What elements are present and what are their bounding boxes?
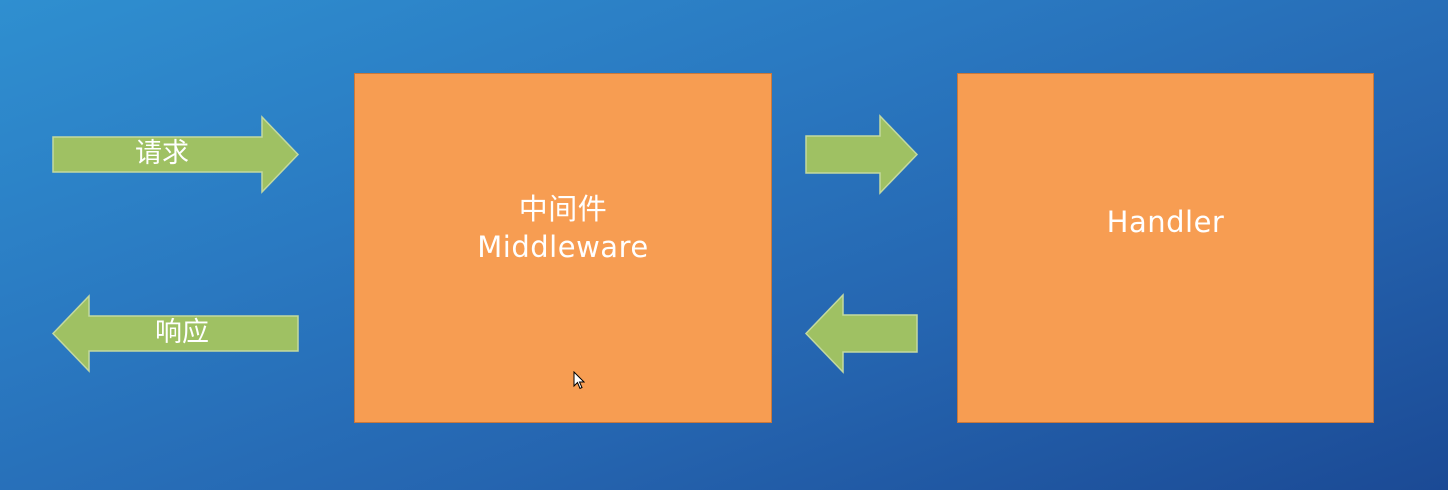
slide-canvas: 请求 响应 中间件 Middleware Handler (0, 0, 1448, 490)
response-arrow: 响应 (51, 294, 300, 373)
request-label: 请求 (135, 138, 189, 169)
mouse-pointer-icon (573, 370, 586, 390)
handler-box: Handler (957, 73, 1374, 423)
backward-arrow (804, 293, 919, 374)
response-label: 响应 (155, 317, 209, 348)
middleware-title-en: Middleware (477, 230, 649, 264)
forward-arrow (805, 114, 919, 195)
handler-title: Handler (1106, 205, 1225, 239)
middleware-box-text: 中间件 Middleware (477, 190, 648, 266)
middleware-title-cn: 中间件 (518, 192, 608, 226)
handler-box-text: Handler (1107, 203, 1225, 241)
backward-arrow-shape (804, 293, 918, 374)
forward-arrow-shape (805, 114, 919, 195)
middleware-box: 中间件 Middleware (354, 73, 772, 423)
request-arrow: 请求 (52, 115, 300, 194)
